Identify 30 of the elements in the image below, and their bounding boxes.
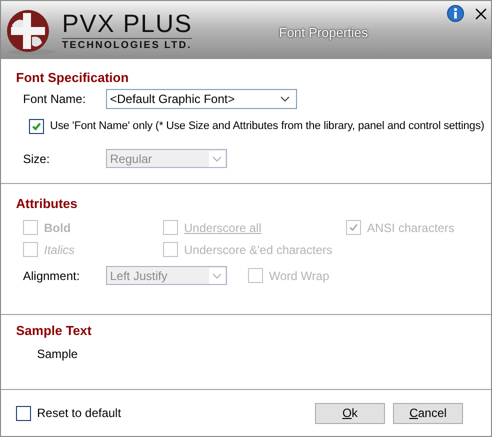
checkbox-label: Reset to default (37, 405, 122, 422)
dialog-button[interactable]: Ok (315, 402, 385, 424)
checkbox[interactable] (16, 406, 31, 420)
info-icon[interactable] (447, 5, 464, 22)
window-title: Font Properties (279, 24, 368, 42)
caret-icon (209, 150, 225, 166)
checkmark-icon (31, 121, 42, 132)
logo-tagline: TECHNOLOGIES LTD. (62, 38, 192, 52)
field-label: Size: (23, 150, 51, 168)
field-label: Font Name: (23, 91, 87, 108)
checkmark-icon (348, 222, 359, 233)
section-heading: Attributes (16, 196, 78, 212)
caret-icon (209, 268, 225, 284)
globe-logo-icon (4, 7, 58, 57)
checkbox-label: Use 'Font Name' only (* Use Size and Attributes from the library, panel and control settings) (50, 119, 484, 134)
section-heading: Sample Text (16, 323, 93, 339)
close-icon[interactable] (475, 8, 487, 20)
checkbox-label: Italics (44, 242, 75, 258)
checkbox[interactable] (29, 119, 44, 134)
dropdown[interactable]: <Default Graphic Font> (106, 89, 297, 109)
checkbox-label: Underscore &'ed characters (184, 242, 332, 258)
section-heading: Font Specification (16, 70, 130, 86)
logo-wordmark: PVX PLUS (62, 10, 192, 38)
checkbox-label: Word Wrap (269, 268, 330, 284)
field-label: Alignment: (23, 268, 81, 284)
checkbox-label: ANSI characters (367, 220, 454, 236)
checkbox-label: Bold (44, 220, 71, 236)
sample-text: Sample (37, 346, 79, 363)
dialog-button[interactable]: Cancel (393, 402, 463, 424)
checkbox-label: Underscore all (184, 220, 262, 236)
